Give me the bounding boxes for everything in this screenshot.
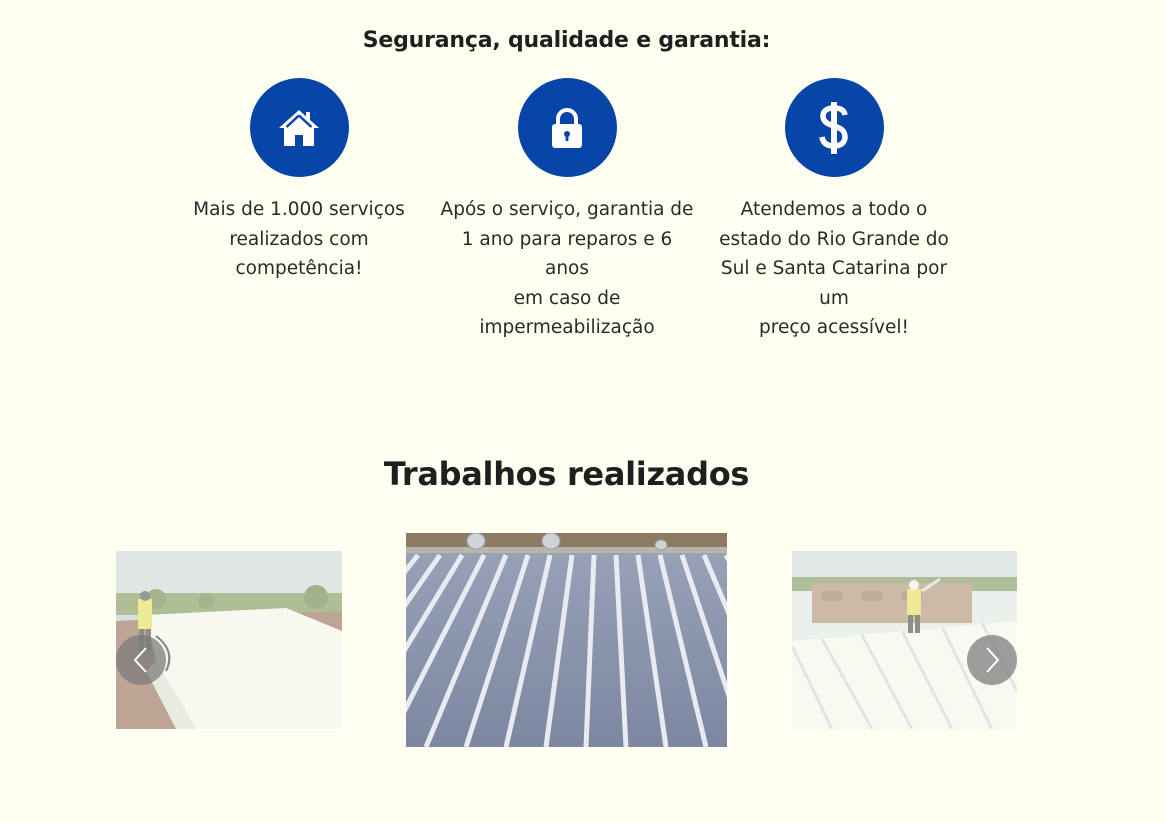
lock-icon: [517, 78, 617, 177]
feature-line: Atendemos a todo o: [740, 199, 928, 220]
feature-line: Após o serviço, garantia de: [440, 199, 694, 220]
carousel-next-button[interactable]: [967, 635, 1017, 685]
feature-warranty: Após o serviço, garantia de 1 ano para r…: [440, 78, 694, 343]
page: Segurança, qualidade e garantia: Mais de…: [0, 0, 1165, 823]
feature-line: Sul e Santa Catarina por um: [720, 258, 948, 309]
feature-text-warranty: Após o serviço, garantia de 1 ano para r…: [440, 195, 694, 343]
feature-services: Mais de 1.000 serviços realizados com co…: [188, 78, 410, 284]
feature-line: Mais de 1.000 serviços: [193, 199, 405, 220]
feature-line: em caso de: [513, 287, 621, 309]
feature-line: 1 ano para reparos e 6 anos: [461, 228, 673, 280]
features-heading: Segurança, qualidade e garantia:: [362, 28, 771, 53]
feature-text-coverage: Atendemos a todo o estado do Rio Grande …: [705, 195, 963, 343]
feature-coverage: Atendemos a todo o estado do Rio Grande …: [705, 78, 963, 343]
carousel-slide-metal-roof[interactable]: [406, 533, 727, 747]
chevron-left-icon: [133, 647, 147, 673]
feature-line: estado do Rio Grande do: [719, 228, 949, 250]
feature-line: competência!: [235, 258, 363, 280]
feature-line: preço acessível!: [759, 317, 909, 339]
feature-text-services: Mais de 1.000 serviços realizados com co…: [188, 195, 410, 284]
feature-line: impermeabilização: [479, 317, 655, 339]
home-icon: [249, 78, 349, 177]
chevron-right-icon: [986, 647, 1000, 673]
carousel-prev-button[interactable]: [116, 635, 166, 685]
dollar-icon: [784, 78, 884, 177]
works-heading: Trabalhos realizados: [383, 455, 750, 493]
slide-photo: [406, 533, 727, 747]
feature-line: realizados com: [229, 228, 369, 250]
